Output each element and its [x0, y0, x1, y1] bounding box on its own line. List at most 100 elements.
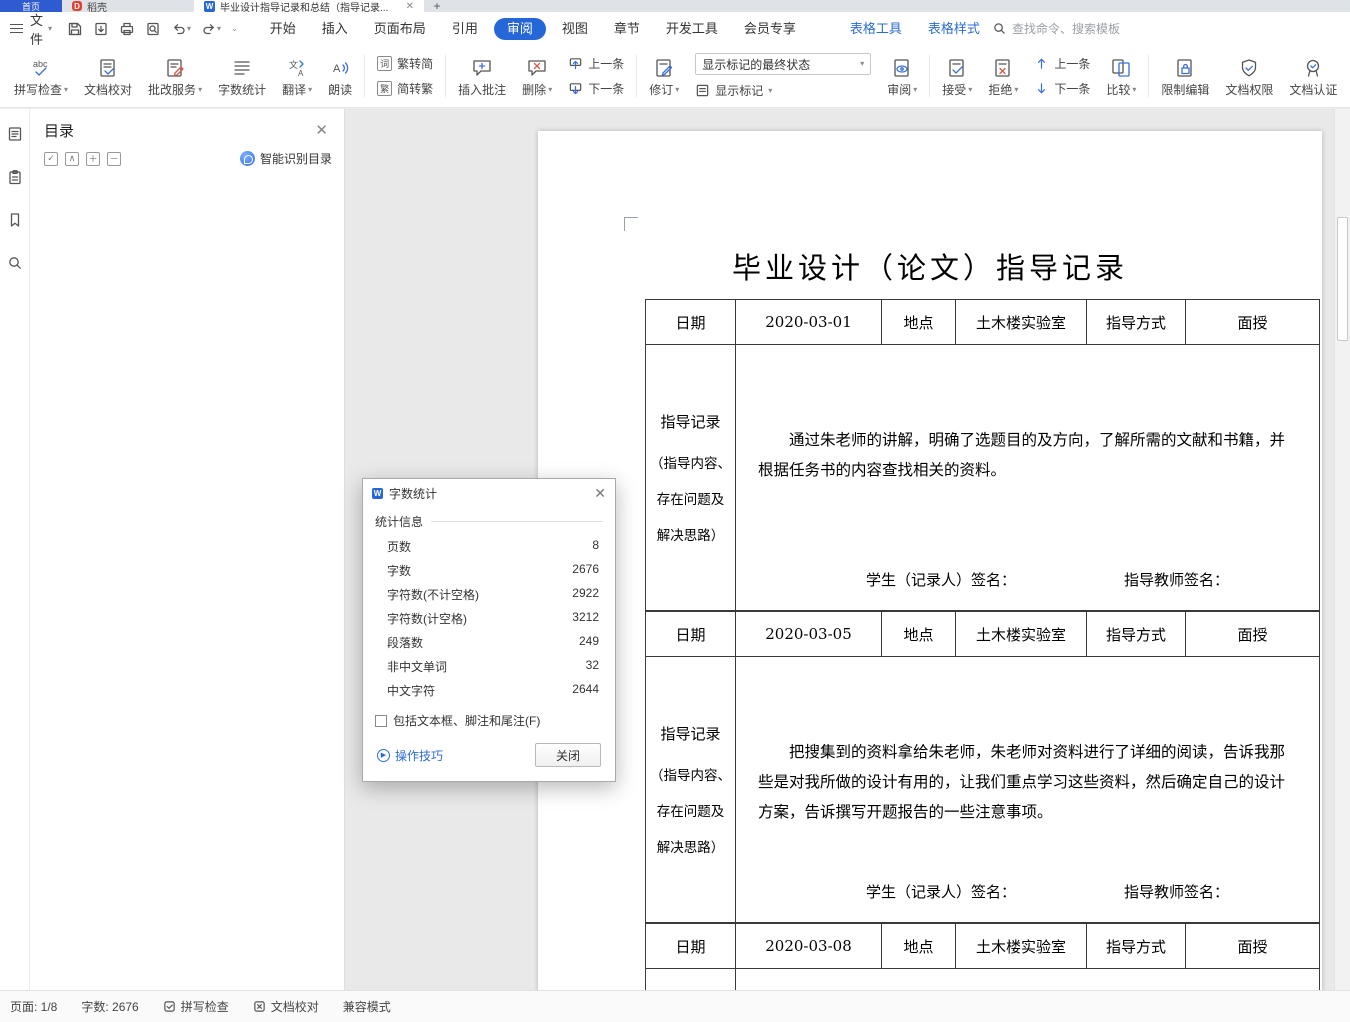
compatibility-mode-label[interactable]: 兼容模式 — [343, 998, 391, 1015]
record-label-cell[interactable]: 指导记录 （指导内容、 存在问题及 解决思路） — [646, 345, 736, 610]
date-label-cell[interactable]: 日期 — [646, 612, 736, 657]
document-title[interactable]: 毕业设计（论文）指导记录 — [538, 247, 1322, 289]
scrollbar-thumb[interactable] — [1337, 217, 1348, 341]
close-icon[interactable]: ✕ — [315, 123, 328, 138]
markup-state-select[interactable]: 显示标记的最终状态 ▾ — [695, 53, 872, 75]
vertical-scrollbar[interactable] — [1334, 109, 1350, 990]
doc-finalize-button[interactable]: 文档定稿 — [1345, 48, 1350, 104]
redo-button[interactable]: ▾ — [196, 18, 226, 40]
track-changes-button[interactable]: 修订 ▾ — [641, 48, 687, 104]
print-preview-button[interactable] — [140, 18, 166, 40]
new-tab-button[interactable]: + — [424, 0, 450, 12]
tab-view[interactable]: 视图 — [549, 18, 601, 40]
location-label-cell[interactable]: 地点 — [882, 924, 956, 969]
toc-expand-tool[interactable]: ＋ — [86, 151, 100, 166]
tab-insert[interactable]: 插入 — [309, 18, 361, 40]
toc-reduce-tool[interactable]: － — [107, 151, 121, 166]
location-value-cell[interactable]: 土木楼实验室 — [956, 612, 1087, 657]
method-label-cell[interactable]: 指导方式 — [1087, 924, 1186, 969]
location-label-cell[interactable]: 地点 — [882, 300, 956, 345]
location-label-cell[interactable]: 地点 — [882, 612, 956, 657]
translate-button[interactable]: 文A 翻译 ▾ — [274, 48, 320, 104]
save-button[interactable] — [62, 18, 88, 40]
location-value-cell[interactable]: 土木楼实验室 — [956, 300, 1087, 345]
tab-table-style[interactable]: 表格样式 — [915, 18, 993, 40]
document-tab[interactable]: W 毕业设计指导记录和总结（指导记录... ✕ — [194, 0, 424, 12]
record-label-cell[interactable]: 指导记录 （指导内容、 存在问题及 解决思路） — [646, 969, 736, 990]
include-textbox-checkbox[interactable]: 包括文本框、脚注和尾注(F) — [375, 712, 603, 729]
method-value-cell[interactable]: 面授 — [1186, 924, 1319, 969]
date-value-cell[interactable]: 2020-03-05 — [736, 612, 882, 657]
teacher-sign-label[interactable]: 指导教师签名： — [1124, 881, 1229, 902]
tips-link[interactable]: ▶ 操作技巧 — [377, 747, 443, 764]
toc-panel-button[interactable] — [4, 123, 26, 145]
export-button[interactable] — [88, 18, 114, 40]
date-value-cell[interactable]: 2020-03-01 — [736, 300, 882, 345]
date-label-cell[interactable]: 日期 — [646, 300, 736, 345]
close-dialog-button[interactable]: 关闭 — [535, 743, 601, 767]
trad-to-simp-button[interactable]: 词 繁转简 — [377, 55, 433, 72]
print-button[interactable] — [114, 18, 140, 40]
word-count-button[interactable]: 字数统计 — [210, 48, 274, 104]
doc-certify-button[interactable]: 文档认证 — [1281, 48, 1345, 104]
tab-review[interactable]: 审阅 — [493, 17, 546, 40]
tab-table-tools[interactable]: 表格工具 — [837, 18, 915, 40]
toc-collapse-tool[interactable]: ∧ — [65, 151, 79, 166]
tab-member[interactable]: 会员专享 — [731, 18, 809, 40]
search-panel-button[interactable] — [4, 252, 26, 274]
next-change-button[interactable]: 下一条 — [1034, 80, 1090, 97]
word-count-indicator[interactable]: 字数: 2676 — [81, 998, 138, 1015]
prev-comment-button[interactable]: 上一条 — [568, 55, 624, 72]
method-value-cell[interactable]: 面授 — [1186, 612, 1319, 657]
more-commands-button[interactable]: ⌄ — [226, 22, 243, 36]
smart-toc-link[interactable]: 智能识别目录 — [239, 150, 332, 167]
reject-button[interactable]: 拒绝 ▾ — [980, 48, 1026, 104]
method-label-cell[interactable]: 指导方式 — [1087, 300, 1186, 345]
search-input[interactable] — [1011, 21, 1162, 36]
review-button[interactable]: 审阅 ▾ — [879, 48, 925, 104]
read-aloud-button[interactable]: A 朗读 — [320, 48, 360, 104]
toc-panel-body[interactable] — [30, 177, 344, 990]
clipboard-panel-button[interactable] — [4, 166, 26, 188]
compare-button[interactable]: 比较 ▾ — [1098, 48, 1144, 104]
record-content-cell[interactable]: 学生（记录人）签名： 指导教师签名： — [736, 969, 1319, 990]
tab-references[interactable]: 引用 — [439, 18, 491, 40]
tab-section[interactable]: 章节 — [601, 18, 653, 40]
spellcheck-toggle[interactable]: 拼写检查 — [163, 998, 229, 1015]
tab-page-layout[interactable]: 页面布局 — [361, 18, 439, 40]
insert-comment-button[interactable]: 插入批注 — [450, 48, 514, 104]
doc-proofread-button[interactable]: 文档校对 — [76, 48, 140, 104]
page-indicator[interactable]: 页面: 1/8 — [10, 998, 57, 1015]
simp-to-trad-button[interactable]: 繁 简转繁 — [377, 80, 433, 97]
tab-home-menu[interactable]: 开始 — [257, 18, 309, 40]
close-tab-icon[interactable]: ✕ — [406, 1, 414, 12]
date-value-cell[interactable]: 2020-03-08 — [736, 924, 882, 969]
toc-check-tool[interactable]: ✓ — [44, 151, 58, 166]
undo-button[interactable]: ▾ — [166, 18, 196, 40]
date-label-cell[interactable]: 日期 — [646, 924, 736, 969]
method-label-cell[interactable]: 指导方式 — [1087, 612, 1186, 657]
file-menu[interactable]: 文件 ▾ — [10, 10, 52, 48]
delete-comment-button[interactable]: 删除 ▾ — [514, 48, 560, 104]
dialog-close-icon[interactable]: ✕ — [594, 486, 606, 500]
record-content-cell[interactable]: 通过朱老师的讲解，明确了选题目的及方向，了解所需的文献和书籍，并根据任务书的内容… — [736, 345, 1319, 610]
accept-button[interactable]: 接受 ▾ — [934, 48, 980, 104]
bookmark-panel-button[interactable] — [4, 209, 26, 231]
tab-dev-tools[interactable]: 开发工具 — [653, 18, 731, 40]
record-content-cell[interactable]: 把搜集到的资料拿给朱老师，朱老师对资料进行了详细的阅读，告诉我那些是对我所做的设… — [736, 657, 1319, 922]
show-markup-button[interactable]: 显示标记 ▾ — [695, 82, 871, 99]
teacher-sign-label[interactable]: 指导教师签名： — [1124, 569, 1229, 590]
correction-service-button[interactable]: 批改服务 ▾ — [140, 48, 210, 104]
method-value-cell[interactable]: 面授 — [1186, 300, 1319, 345]
spellcheck-button[interactable]: abc 拼写检查 ▾ — [6, 48, 76, 104]
proofread-toggle[interactable]: 文档校对 — [253, 998, 319, 1015]
document-page[interactable]: 毕业设计（论文）指导记录 日期 2020-03-01 地点 土木楼实验室 指导方… — [538, 131, 1322, 990]
next-comment-button[interactable]: 下一条 — [568, 80, 624, 97]
docer-tab[interactable]: D 稻壳 — [62, 0, 194, 12]
record-label-cell[interactable]: 指导记录 （指导内容、 存在问题及 解决思路） — [646, 657, 736, 922]
doc-permission-button[interactable]: 文档权限 — [1217, 48, 1281, 104]
prev-change-button[interactable]: 上一条 — [1034, 55, 1090, 72]
dialog-titlebar[interactable]: W 字数统计 ✕ — [363, 479, 615, 507]
student-sign-label[interactable]: 学生（记录人）签名： — [866, 569, 1016, 590]
location-value-cell[interactable]: 土木楼实验室 — [956, 924, 1087, 969]
